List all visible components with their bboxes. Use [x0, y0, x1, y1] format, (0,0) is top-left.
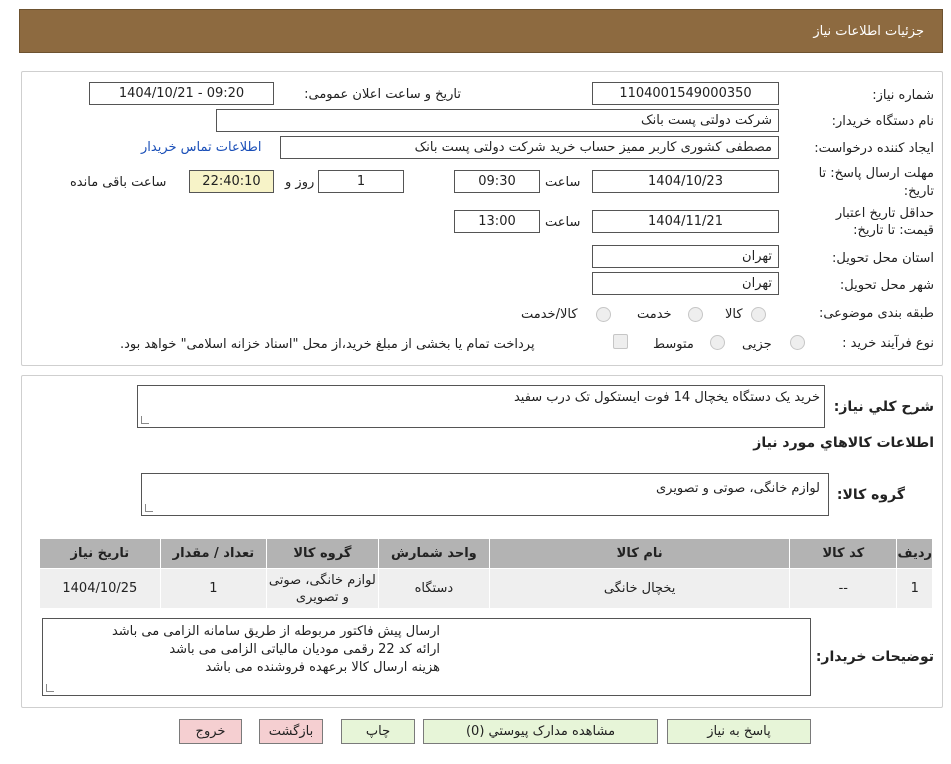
announce-label: تاریخ و ساعت اعلان عمومی:: [304, 87, 461, 102]
buyer-org-label: نام دستگاه خریدار:: [831, 114, 934, 129]
notes-textarea[interactable]: ارسال پیش فاکتور مربوطه از طریق سامانه ا…: [42, 618, 811, 696]
deadline-label-date: تاریخ:: [903, 184, 934, 199]
process-label: نوع فرآیند خرید :: [842, 336, 934, 351]
cell-group: لوازم خانگی، صوتی و تصویری: [266, 568, 379, 609]
deadline-time-field: 09:30: [454, 170, 540, 193]
resize-handle-icon[interactable]: [141, 416, 149, 424]
buyer-org-field: شرکت دولتی پست بانک: [216, 109, 779, 132]
need-number-label: شماره نیاز:: [872, 88, 934, 103]
deadline-time-label: ساعت: [545, 175, 581, 190]
goods-info-title: اطلاعات کالاهاي مورد نياز: [753, 435, 934, 451]
category-option-service: خدمت: [637, 307, 672, 322]
back-button[interactable]: بازگشت: [259, 719, 323, 744]
creator-label: ایجاد کننده درخواست:: [814, 141, 934, 156]
col-header-unit: واحد شمارش: [377, 538, 491, 569]
table-row: 1 -- یخچال خانگی دستگاه لوازم خانگی، صوت…: [39, 568, 933, 609]
col-header-code: کد کالا: [789, 538, 898, 569]
remaining-time-field: 22:40:10: [189, 170, 274, 193]
city-label: شهر محل تحویل:: [839, 278, 934, 293]
exit-button[interactable]: خروج: [179, 719, 242, 744]
province-label: استان محل تحویل:: [832, 251, 934, 266]
cell-qty: 1: [159, 568, 268, 609]
validity-date-field: 1404/11/21: [592, 210, 779, 233]
city-field: تهران: [592, 272, 779, 295]
page-title: جزئیات اطلاعات نیاز: [813, 24, 924, 39]
category-label: طبقه بندی موضوعی:: [818, 306, 934, 321]
category-radio-goods-service[interactable]: [596, 307, 611, 322]
notes-line: ارسال پیش فاکتور مربوطه از طریق سامانه ا…: [111, 624, 440, 639]
table-header-row: ردیف کد کالا نام کالا واحد شمارش گروه کا…: [39, 538, 933, 569]
page-header: جزئیات اطلاعات نیاز: [19, 9, 943, 53]
process-radio-minor[interactable]: [790, 335, 805, 350]
col-header-qty: تعداد / مقدار: [159, 538, 268, 569]
resize-handle-icon[interactable]: [145, 504, 153, 512]
col-header-row: ردیف: [896, 538, 933, 569]
goods-group-textarea[interactable]: لوازم خانگی، صوتی و تصویری: [141, 473, 829, 516]
goods-group-label: گروه کالا:: [836, 487, 905, 503]
col-header-group: گروه کالا: [266, 538, 379, 569]
validity-label-date: قیمت: تا تاریخ:: [853, 223, 934, 238]
print-button[interactable]: چاپ: [341, 719, 415, 744]
province-field: تهران: [592, 245, 779, 268]
summary-label: شرح کلي نياز:: [833, 399, 934, 415]
goods-group-text: لوازم خانگی، صوتی و تصویری: [655, 481, 820, 496]
attachments-button[interactable]: مشاهده مدارک پیوستي (0): [423, 719, 658, 744]
creator-field: مصطفی کشوری کاربر ممیز حساب خرید شرکت دو…: [280, 136, 779, 159]
notes-label: توضیحات خریدار:: [815, 649, 934, 665]
summary-text: خرید یک دستگاه یخچال 14 فوت ایستکول تک د…: [513, 390, 820, 405]
deadline-label: مهلت ارسال پاسخ: تا: [818, 166, 934, 181]
validity-label: حداقل تاریخ اعتبار: [835, 206, 934, 221]
col-header-date: تاریخ نیاز: [39, 538, 161, 569]
notes-text: ارسال پیش فاکتور مربوطه از طریق سامانه ا…: [112, 623, 440, 677]
category-radio-service[interactable]: [688, 307, 703, 322]
cell-row: 1: [896, 568, 933, 609]
process-option-medium: متوسط: [653, 337, 694, 352]
contact-buyer-link[interactable]: اطلاعات تماس خریدار: [141, 140, 261, 155]
summary-textarea[interactable]: خرید یک دستگاه یخچال 14 فوت ایستکول تک د…: [137, 385, 825, 428]
need-number-field: 1104001549000350: [592, 82, 779, 105]
days-label: روز و: [285, 175, 315, 190]
days-field: 1: [318, 170, 404, 193]
validity-time-field: 13:00: [454, 210, 540, 233]
remaining-time-label: ساعت باقی مانده: [70, 175, 167, 190]
col-header-name: نام کالا: [489, 538, 791, 569]
goods-table: ردیف کد کالا نام کالا واحد شمارش گروه کا…: [39, 538, 933, 609]
treasury-checkbox[interactable]: [613, 334, 628, 349]
cell-date: 1404/10/25: [39, 568, 161, 609]
resize-handle-icon[interactable]: [46, 684, 54, 692]
announce-field: 1404/10/21 - 09:20: [89, 82, 274, 105]
cell-name: یخچال خانگی: [489, 568, 791, 609]
category-radio-goods[interactable]: [751, 307, 766, 322]
category-option-goods-service: کالا/خدمت: [521, 307, 578, 322]
cell-unit: دستگاه: [377, 568, 491, 609]
notes-line: هزینه ارسال کالا برعهده فروشنده می باشد: [205, 660, 440, 675]
cell-code: --: [789, 568, 898, 609]
category-option-goods: کالا: [725, 307, 743, 322]
reply-button[interactable]: پاسخ به نیاز: [667, 719, 811, 744]
treasury-note: پرداخت تمام یا بخشی از مبلغ خرید،از محل …: [120, 337, 535, 352]
validity-time-label: ساعت: [545, 215, 581, 230]
notes-line: ارائه کد 22 رقمی مودیان مالیاتی الزامی م…: [169, 642, 440, 657]
process-option-minor: جزیی: [742, 337, 772, 352]
process-radio-medium[interactable]: [710, 335, 725, 350]
deadline-date-field: 1404/10/23: [592, 170, 779, 193]
